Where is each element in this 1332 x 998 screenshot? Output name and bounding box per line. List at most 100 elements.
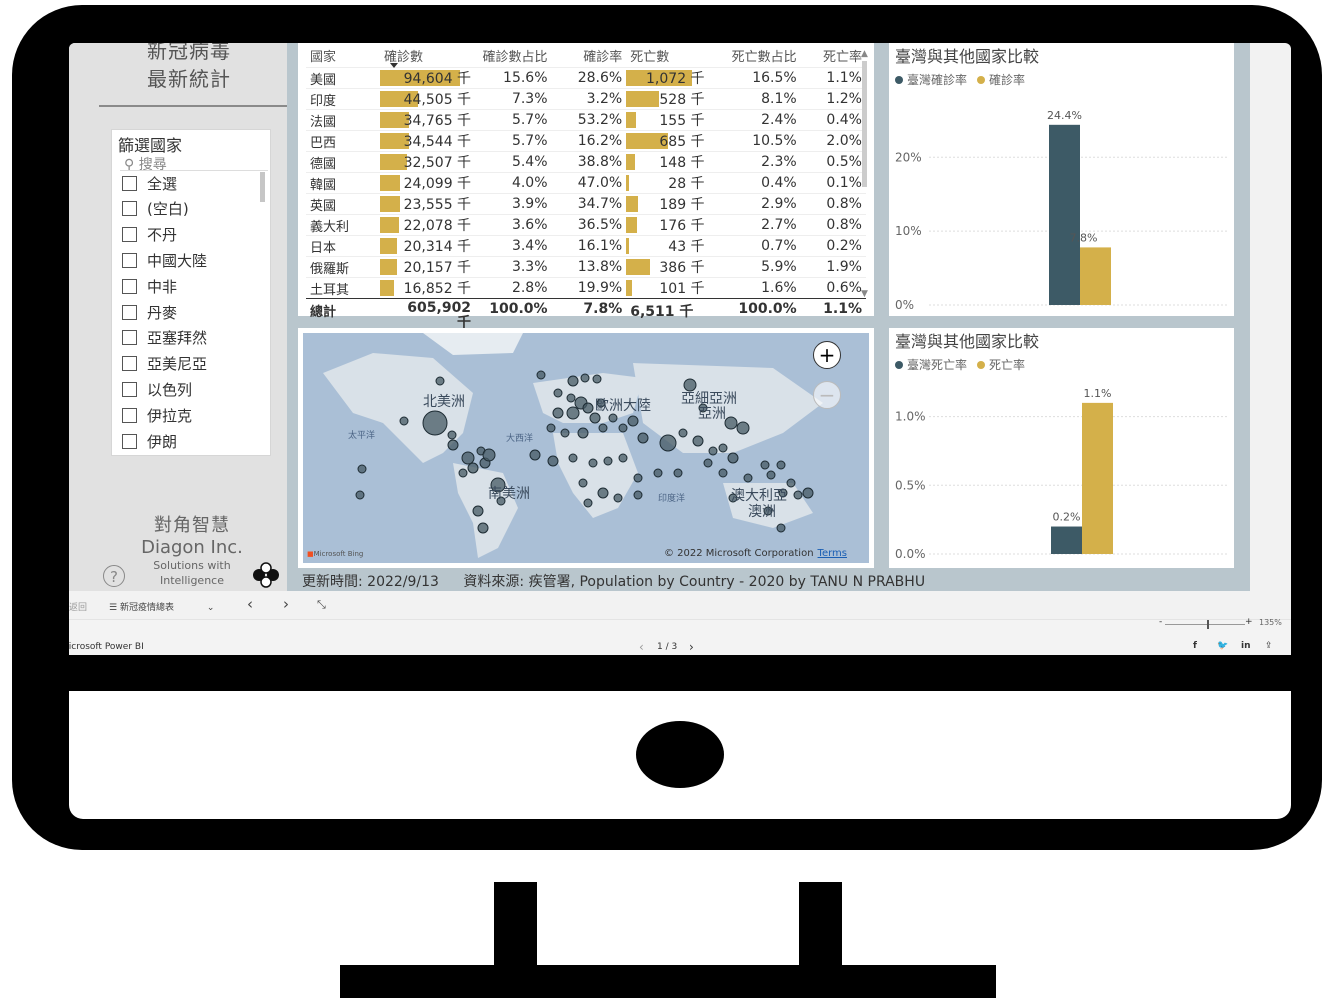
terms-link[interactable]: Terms [818, 548, 847, 559]
status-next-icon[interactable]: › [689, 640, 694, 654]
map-bubble[interactable] [708, 446, 718, 456]
table-row[interactable]: 德國 32,507 千 5.4% 38.8% 148 千 2.3% 0.5% [306, 151, 866, 173]
share-icon[interactable]: ⇪ [1265, 641, 1273, 651]
map-bubble[interactable] [472, 505, 484, 517]
zoom-slider-handle[interactable] [1207, 620, 1209, 629]
map-bubble[interactable] [447, 439, 459, 451]
map-bubble[interactable] [435, 376, 445, 386]
page-selector[interactable]: ☰ 新冠疫情總表 ⌄ [109, 600, 214, 613]
map-bubble[interactable] [588, 458, 598, 468]
map-bubble[interactable] [678, 428, 688, 438]
help-icon[interactable]: ? [103, 565, 125, 587]
checkbox[interactable] [122, 330, 137, 346]
map-bubble[interactable] [566, 393, 576, 403]
map-bubble[interactable] [547, 455, 559, 467]
world-map[interactable]: 北美洲 南美洲 歐洲大陸 亞細亞洲 亞洲 澳大利亞 澳洲 太平洋 大西洋 印度洋… [303, 333, 869, 563]
next-page-icon[interactable]: › [283, 595, 289, 613]
checkbox[interactable] [122, 227, 137, 243]
map-bubble[interactable] [618, 453, 628, 463]
table-row[interactable]: 法國 34,765 千 5.7% 53.2% 155 千 2.4% 0.4% [306, 109, 866, 131]
map-bubble[interactable] [736, 421, 750, 435]
checkbox[interactable] [122, 381, 137, 397]
map-bubble[interactable] [633, 490, 643, 500]
map-bubble[interactable] [718, 443, 728, 453]
col-header-case-rate[interactable]: 確診率 [552, 43, 627, 68]
map-bubble[interactable] [355, 490, 365, 500]
map-bubble[interactable] [580, 373, 590, 383]
map-bubble[interactable] [482, 448, 496, 462]
map-bubble[interactable] [467, 462, 479, 474]
map-bubble[interactable] [566, 406, 580, 420]
checkbox[interactable] [122, 407, 137, 423]
checkbox[interactable] [122, 304, 137, 320]
map-bubble[interactable] [724, 416, 738, 430]
map-bubble[interactable] [627, 415, 639, 427]
slicer-item[interactable]: 以色列 [122, 378, 192, 400]
map-bubble[interactable] [582, 402, 594, 414]
map-bubble[interactable] [597, 487, 609, 499]
table-scrollbar[interactable] [862, 61, 867, 187]
map-bubble[interactable] [598, 423, 608, 433]
map-bubble[interactable] [477, 522, 489, 534]
slicer-item[interactable]: (空白) [122, 198, 189, 220]
col-header-country[interactable]: 國家 [306, 43, 380, 68]
zoom-slider-track[interactable] [1165, 624, 1245, 625]
map-bubble[interactable] [447, 430, 457, 440]
map-bubble[interactable] [458, 468, 468, 478]
map-bubble[interactable] [422, 410, 448, 436]
back-button[interactable]: 返回 [69, 600, 87, 613]
map-bubble[interactable] [577, 427, 589, 439]
map-bubble[interactable] [567, 375, 579, 387]
scroll-down-icon[interactable]: ▼ [861, 289, 868, 299]
table-row[interactable]: 俄羅斯 20,157 千 3.3% 13.8% 386 千 5.9% 1.9% [306, 256, 866, 278]
map-bubble[interactable] [560, 428, 570, 438]
checkbox[interactable] [122, 433, 137, 449]
slicer-item[interactable]: 亞美尼亞 [122, 353, 207, 375]
zoom-out-button[interactable]: − [813, 381, 841, 409]
slicer-item[interactable]: 中非 [122, 275, 177, 297]
collapse-icon[interactable]: ⤡ [317, 598, 326, 612]
checkbox[interactable] [122, 356, 137, 372]
map-bubble[interactable] [692, 435, 704, 447]
twitter-icon[interactable]: 🐦 [1217, 641, 1228, 651]
map-bubble[interactable] [776, 460, 786, 470]
slicer-item[interactable]: 亞塞拜然 [122, 327, 207, 349]
map-bubble[interactable] [673, 468, 683, 478]
map-bubble[interactable] [613, 493, 623, 503]
scroll-up-icon[interactable]: ▲ [861, 49, 868, 59]
map-bubble[interactable] [552, 407, 564, 419]
checkbox[interactable] [122, 278, 137, 294]
bar-taiwan[interactable] [1051, 526, 1082, 554]
col-header-deaths[interactable]: 死亡數 [626, 43, 708, 68]
slicer-scrollbar[interactable] [260, 172, 265, 202]
slicer-item[interactable]: 中國大陸 [122, 249, 207, 271]
col-header-cases-pct[interactable]: 確診數占比 [475, 43, 551, 68]
map-bubble[interactable] [603, 456, 613, 466]
table-row[interactable]: 日本 20,314 千 3.4% 16.1% 43 千 0.7% 0.2% [306, 235, 866, 257]
map-bubble[interactable] [653, 468, 663, 478]
map-bubble[interactable] [703, 458, 713, 468]
table-row[interactable]: 義大利 22,078 千 3.6% 36.5% 176 千 2.7% 0.8% [306, 214, 866, 236]
map-bubble[interactable] [802, 487, 814, 499]
checkbox[interactable] [122, 201, 137, 217]
status-prev-icon[interactable]: ‹ [639, 640, 644, 654]
map-bubble[interactable] [727, 452, 739, 464]
slicer-item[interactable]: 全選 [122, 172, 177, 194]
map-bubble[interactable] [578, 478, 588, 488]
table-row[interactable]: 英國 23,555 千 3.9% 34.7% 189 千 2.9% 0.8% [306, 193, 866, 215]
map-bubble[interactable] [583, 498, 593, 508]
linkedin-icon[interactable]: in [1241, 641, 1251, 651]
bar-all[interactable] [1080, 247, 1111, 305]
map-bubble[interactable] [536, 370, 546, 380]
prev-page-icon[interactable]: ‹ [247, 595, 253, 613]
table-row[interactable]: 土耳其 16,852 千 2.8% 19.9% 101 千 1.6% 0.6% [306, 277, 866, 299]
slicer-item[interactable]: 不丹 [122, 224, 177, 246]
map-bubble[interactable] [399, 416, 409, 426]
slicer-item[interactable]: 伊朗 [122, 430, 177, 452]
col-header-death-rate[interactable]: 死亡率 [801, 43, 866, 68]
map-bubble[interactable] [766, 470, 776, 480]
slicer-search[interactable]: ⚲ 搜尋 [124, 154, 167, 174]
map-bubble[interactable] [793, 490, 803, 500]
map-bubble[interactable] [786, 478, 796, 488]
map-bubble[interactable] [608, 413, 618, 423]
